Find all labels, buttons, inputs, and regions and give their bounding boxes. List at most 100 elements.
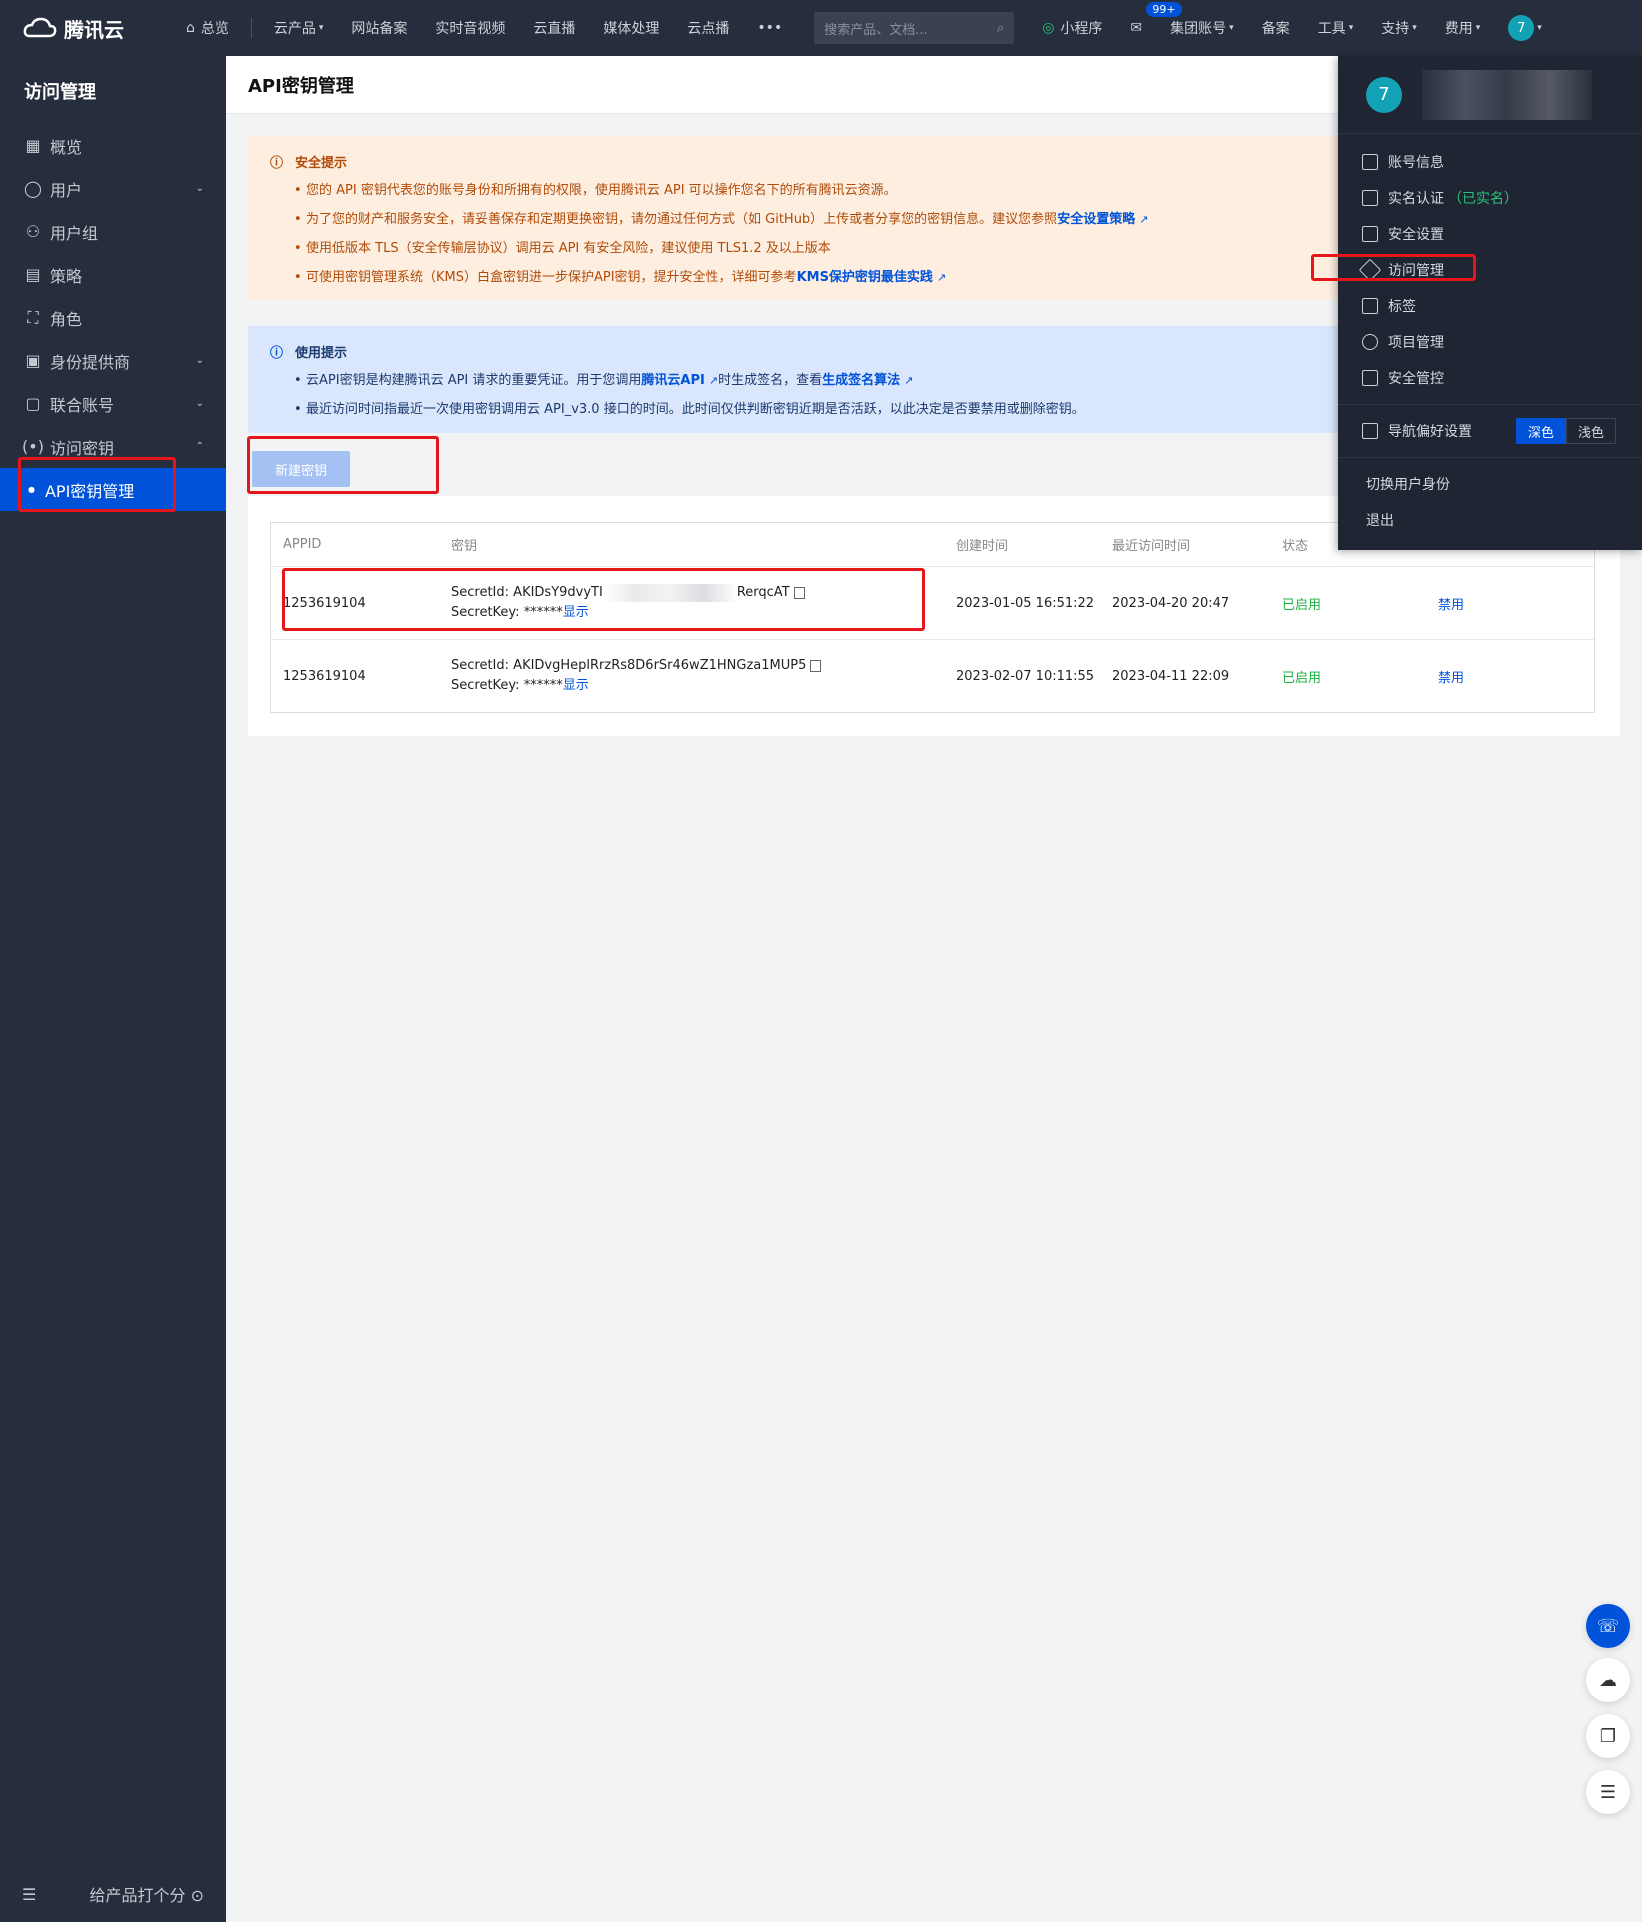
menu-item-account-info[interactable]: 账号信息 <box>1338 144 1642 180</box>
nav-media[interactable]: 媒体处理 <box>589 0 673 56</box>
sidebar-item-federated[interactable]: ▢ 联合账号 ⌄ <box>0 382 226 425</box>
disable-link[interactable]: 禁用 <box>1438 667 1578 686</box>
secret-id-value: AKIDvgHeplRrzRs8D6rSr46wZ1HNGza1MUP5 <box>513 658 807 673</box>
chevron-down-icon: ⌄ <box>195 355 204 366</box>
id-card-icon <box>1362 190 1378 206</box>
copy-icon[interactable] <box>810 659 822 672</box>
menu-divider <box>1338 457 1642 458</box>
menu-item-security-control[interactable]: 安全管控 <box>1338 360 1642 396</box>
support-headset-icon[interactable]: ☏ <box>1586 1604 1630 1648</box>
sidebar-item-overview[interactable]: ▦ 概览 <box>0 124 226 167</box>
nav-miniprogram[interactable]: ◎ 小程序 <box>1028 0 1116 56</box>
menu-item-label: 安全设置 <box>1388 227 1444 243</box>
col-created: 创建时间 <box>956 539 1009 554</box>
message-count-badge: 99+ <box>1146 2 1182 17</box>
search-placeholder: 搜索产品、文档... <box>824 22 928 38</box>
chevron-down-icon: ⌄ <box>195 398 204 409</box>
menu-item-label: 实名认证 <box>1388 191 1444 207</box>
col-last-access: 最近访问时间 <box>1112 539 1191 554</box>
menu-item-verification[interactable]: 实名认证 （已实名） <box>1338 180 1642 216</box>
status-badge: 已启用 <box>1282 597 1322 613</box>
row-created: 2023-01-05 16:51:22 <box>956 595 1095 611</box>
nav-tools[interactable]: 工具 ▾ <box>1304 0 1368 56</box>
nav-live[interactable]: 云直播 <box>519 0 589 56</box>
menu-item-switch-identity[interactable]: 切换用户身份 <box>1338 466 1642 502</box>
table-row: 1253619104 SecretId: AKIDvgHeplRrzRs8D6r… <box>271 639 1594 712</box>
theme-dark-button[interactable]: 深色 <box>1516 418 1566 444</box>
cloud-icon[interactable]: ☁ <box>1586 1658 1630 1702</box>
nav-messages[interactable]: ✉ 99+ <box>1116 0 1182 56</box>
verified-tag: （已实名） <box>1448 191 1518 207</box>
nav-billing[interactable]: 费用 ▾ <box>1431 0 1495 56</box>
collapse-icon[interactable]: ☰ <box>22 1885 36 1904</box>
menu-item-security[interactable]: 安全设置 <box>1338 216 1642 252</box>
nav-beian[interactable]: 备案 <box>1248 0 1304 56</box>
user-menu[interactable]: 7 ▾ <box>1494 0 1556 56</box>
nav-miniprogram-label: 小程序 <box>1060 21 1103 37</box>
usage-line-1-mid: 时生成签名，查看 <box>718 373 823 388</box>
chevron-down-icon: ⌄ <box>195 183 204 194</box>
top-navbar: 腾讯云 ⌂ 总览 云产品 ▾ 网站备案 实时音视频 云直播 媒体处理 云点播 •••… <box>0 0 1642 56</box>
control-icon <box>1362 370 1378 386</box>
warning-icon: ⓘ <box>270 156 284 171</box>
secret-key-mask: ****** <box>523 678 563 693</box>
sidebar-item-label: 联合账号 <box>50 395 115 415</box>
brand-logo[interactable]: 腾讯云 <box>22 14 172 43</box>
signature-algorithm-link[interactable]: 生成签名算法 <box>822 373 900 388</box>
list-icon[interactable]: ☰ <box>1586 1770 1630 1814</box>
disable-link[interactable]: 禁用 <box>1438 594 1578 613</box>
menu-item-tags[interactable]: 标签 <box>1338 288 1642 324</box>
tencent-cloud-api-link[interactable]: 腾讯云API <box>641 373 704 388</box>
sidebar-item-policies[interactable]: ▤ 策略 <box>0 253 226 296</box>
search-icon[interactable]: ⌕ <box>997 21 1004 36</box>
role-icon: ⛶ <box>27 307 39 327</box>
nav-overview[interactable]: ⌂ 总览 <box>172 0 243 56</box>
sidebar-item-label: 用户组 <box>50 223 99 243</box>
info-icon: ⓘ <box>270 346 284 361</box>
rate-product-link[interactable]: 给产品打个分 ⊙ <box>89 1882 204 1906</box>
nav-vod[interactable]: 云点播 <box>673 0 743 56</box>
nav-filing[interactable]: 网站备案 <box>337 0 421 56</box>
sidebar-item-users[interactable]: ◯ 用户 ⌄ <box>0 167 226 210</box>
more-icon[interactable]: ••• <box>743 0 796 56</box>
nav-overview-label: 总览 <box>200 21 229 37</box>
nav-tools-label: 工具 <box>1317 21 1346 37</box>
federated-icon: ▢ <box>25 394 41 413</box>
sidebar-footer: ☰ 给产品打个分 ⊙ <box>0 1866 226 1922</box>
sidebar-item-label: 身份提供商 <box>50 352 131 372</box>
show-secret-link[interactable]: 显示 <box>563 678 589 693</box>
miniprogram-icon: ◎ <box>1042 20 1055 36</box>
chevron-down-icon: ▾ <box>1475 23 1481 33</box>
user-icon <box>1362 154 1378 170</box>
menu-item-projects[interactable]: 项目管理 <box>1338 324 1642 360</box>
menu-divider <box>1338 404 1642 405</box>
sidebar: 访问管理 ▦ 概览 ◯ 用户 ⌄ ⚇ 用户组 ▤ 策略 ⛶ 角色 ▣ 身份提供商 ⌄ ▢ 联合账号… <box>0 56 226 1922</box>
sidebar-item-idp[interactable]: ▣ 身份提供商 ⌄ <box>0 339 226 382</box>
search-input[interactable]: 搜索产品、文档... ⌕ <box>814 12 1015 44</box>
layout-icon <box>1362 423 1378 439</box>
security-line-4-text: 可使用密钥管理系统（KMS）白盒密钥进一步保护API密钥，提升安全性，详细可参考 <box>306 270 797 285</box>
project-icon <box>1362 334 1378 350</box>
menu-item-label: 项目管理 <box>1388 335 1444 351</box>
nav-support[interactable]: 支持 ▾ <box>1367 0 1431 56</box>
menu-item-logout[interactable]: 退出 <box>1338 502 1642 538</box>
kms-best-practice-link[interactable]: KMS保护密钥最佳实践 <box>797 270 933 285</box>
book-icon[interactable]: ❐ <box>1586 1714 1630 1758</box>
nav-trtc[interactable]: 实时音视频 <box>421 0 519 56</box>
sidebar-item-roles[interactable]: ⛶ 角色 <box>0 296 226 339</box>
nav-products[interactable]: 云产品 ▾ <box>260 0 338 56</box>
sidebar-item-user-groups[interactable]: ⚇ 用户组 <box>0 210 226 253</box>
nav-group-account-label: 集团账号 <box>1170 21 1227 37</box>
security-policy-link[interactable]: 安全设置策略 <box>1057 212 1135 227</box>
arrow-circle-icon: ⊙ <box>190 1886 204 1905</box>
theme-light-button[interactable]: 浅色 <box>1566 418 1616 444</box>
grid-icon: ▦ <box>25 136 41 155</box>
redacted-region <box>1422 69 1592 120</box>
menu-item-nav-pref: 导航偏好设置 深色 浅色 <box>1338 413 1642 449</box>
security-alert-title: 安全提示 <box>295 156 348 171</box>
chevron-down-icon: ▾ <box>1537 23 1542 33</box>
security-line-2-text: 为了您的财产和服务安全，请妥善保存和定期更换密钥，请勿通过任何方式（如 GitH… <box>306 212 1058 227</box>
nav-divider <box>250 18 252 38</box>
external-link-icon: ↗ <box>904 374 914 387</box>
external-link-icon: ↗ <box>936 271 947 284</box>
